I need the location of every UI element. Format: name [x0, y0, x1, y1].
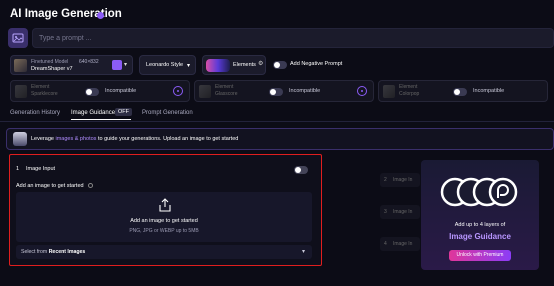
- negative-prompt-toggle[interactable]: [273, 61, 287, 69]
- chevron-down-icon: ▾: [187, 63, 191, 69]
- image-input-toggle[interactable]: [294, 166, 308, 174]
- element-toggle[interactable]: [453, 88, 467, 96]
- element-slot[interactable]: Element Colorpop Incompatible: [378, 80, 548, 102]
- guidance-banner: Leverage images & photos to guide your g…: [6, 128, 554, 150]
- model-thumbnail: [14, 59, 27, 72]
- gear-icon[interactable]: ⚙: [258, 60, 263, 67]
- elements-thumbnail: [206, 59, 230, 72]
- prompt-image-icon[interactable]: [8, 28, 28, 48]
- image-input-slot[interactable]: 4 Image In: [380, 237, 420, 251]
- element-slot[interactable]: Element Sparklecore Incompatible: [10, 80, 190, 102]
- recent-images-label: Select from Recent Images: [21, 249, 86, 255]
- element-weight-icon[interactable]: [173, 86, 183, 96]
- model-label: Finetuned Model: [31, 59, 69, 65]
- elements-button[interactable]: Elements ⚙: [202, 55, 266, 75]
- model-name: DreamShaper v7: [31, 66, 73, 72]
- element-thumbnail: [383, 85, 395, 98]
- element-thumbnail: [199, 85, 211, 98]
- tab-generation-history[interactable]: Generation History: [10, 110, 60, 116]
- element-toggle[interactable]: [85, 88, 99, 96]
- upload-icon: [159, 198, 171, 212]
- image-input-slot[interactable]: 2 Image In: [380, 173, 420, 187]
- layers-icon: [440, 177, 518, 207]
- upload-dropzone[interactable]: Add an image to get started PNG, JPG or …: [16, 192, 312, 242]
- upload-hint: PNG, JPG or WEBP up to 5MB: [129, 228, 199, 234]
- negative-prompt-label: Add Negative Prompt: [290, 61, 343, 67]
- slot-label: Image In: [393, 209, 413, 215]
- element-name: Element Sparklecore: [31, 84, 58, 97]
- slot-number: 1: [16, 166, 20, 172]
- element-thumbnail: [15, 85, 27, 98]
- element-status: Incompatible: [473, 88, 505, 94]
- slot-number: 4: [384, 241, 387, 247]
- slot-number: 2: [384, 177, 387, 183]
- recent-images-select[interactable]: Select from Recent Images ▾: [16, 245, 312, 259]
- slot-label: Image In: [393, 241, 413, 247]
- slot-label: Image In: [393, 177, 413, 183]
- style-label: Leonardo Style: [146, 62, 183, 68]
- element-weight-icon[interactable]: [357, 86, 367, 96]
- banner-text: Leverage images & photos to guide your g…: [31, 136, 239, 142]
- image-input-panel: 1 Image Input Add an image to get starte…: [9, 154, 322, 266]
- active-tab-indicator: [71, 119, 131, 120]
- prompt-input[interactable]: [32, 28, 554, 48]
- image-input-slot[interactable]: 3 Image In: [380, 205, 420, 219]
- style-selector[interactable]: Leonardo Style ▾: [139, 55, 196, 75]
- model-flag-icon: [112, 60, 122, 70]
- element-toggle[interactable]: [269, 88, 283, 96]
- chevron-down-icon: ▾: [124, 62, 128, 68]
- elements-label: Elements: [233, 62, 256, 68]
- prompt-row: [8, 28, 554, 50]
- element-status: Incompatible: [289, 88, 321, 94]
- element-status: Incompatible: [105, 88, 137, 94]
- info-icon[interactable]: [88, 183, 93, 188]
- image-input-subtitle: Add an image to get started: [16, 183, 84, 189]
- model-selector[interactable]: Finetuned Model DreamShaper v7 640×832 ▾: [10, 55, 133, 75]
- premium-promo-card: Add up to 4 layers of Image Guidance Unl…: [421, 160, 539, 270]
- promo-text: Add up to 4 layers of: [454, 222, 506, 228]
- tab-image-guidance[interactable]: Image Guidance: [71, 110, 115, 116]
- image-input-title: Image Input: [26, 166, 56, 172]
- model-resolution: 640×832: [79, 59, 99, 65]
- slot-number: 3: [384, 209, 387, 215]
- images-photos-link[interactable]: images & photos: [55, 136, 96, 142]
- page-title: AI Image Generation: [10, 8, 122, 20]
- info-icon[interactable]: [97, 12, 104, 19]
- chevron-down-icon: ▾: [302, 249, 306, 255]
- element-slot[interactable]: Element Glasscore Incompatible: [194, 80, 374, 102]
- element-name: Element Glasscore: [215, 84, 238, 97]
- divider: [0, 121, 554, 122]
- promo-title: Image Guidance: [449, 232, 511, 241]
- unlock-premium-button[interactable]: Unlock with Premium: [449, 250, 511, 261]
- upload-text: Add an image to get started: [130, 218, 198, 224]
- banner-thumbnail: [13, 132, 27, 146]
- element-name: Element Colorpop: [399, 84, 420, 97]
- tab-prompt-generation[interactable]: Prompt Generation: [142, 110, 193, 116]
- status-badge: OFF: [115, 108, 132, 116]
